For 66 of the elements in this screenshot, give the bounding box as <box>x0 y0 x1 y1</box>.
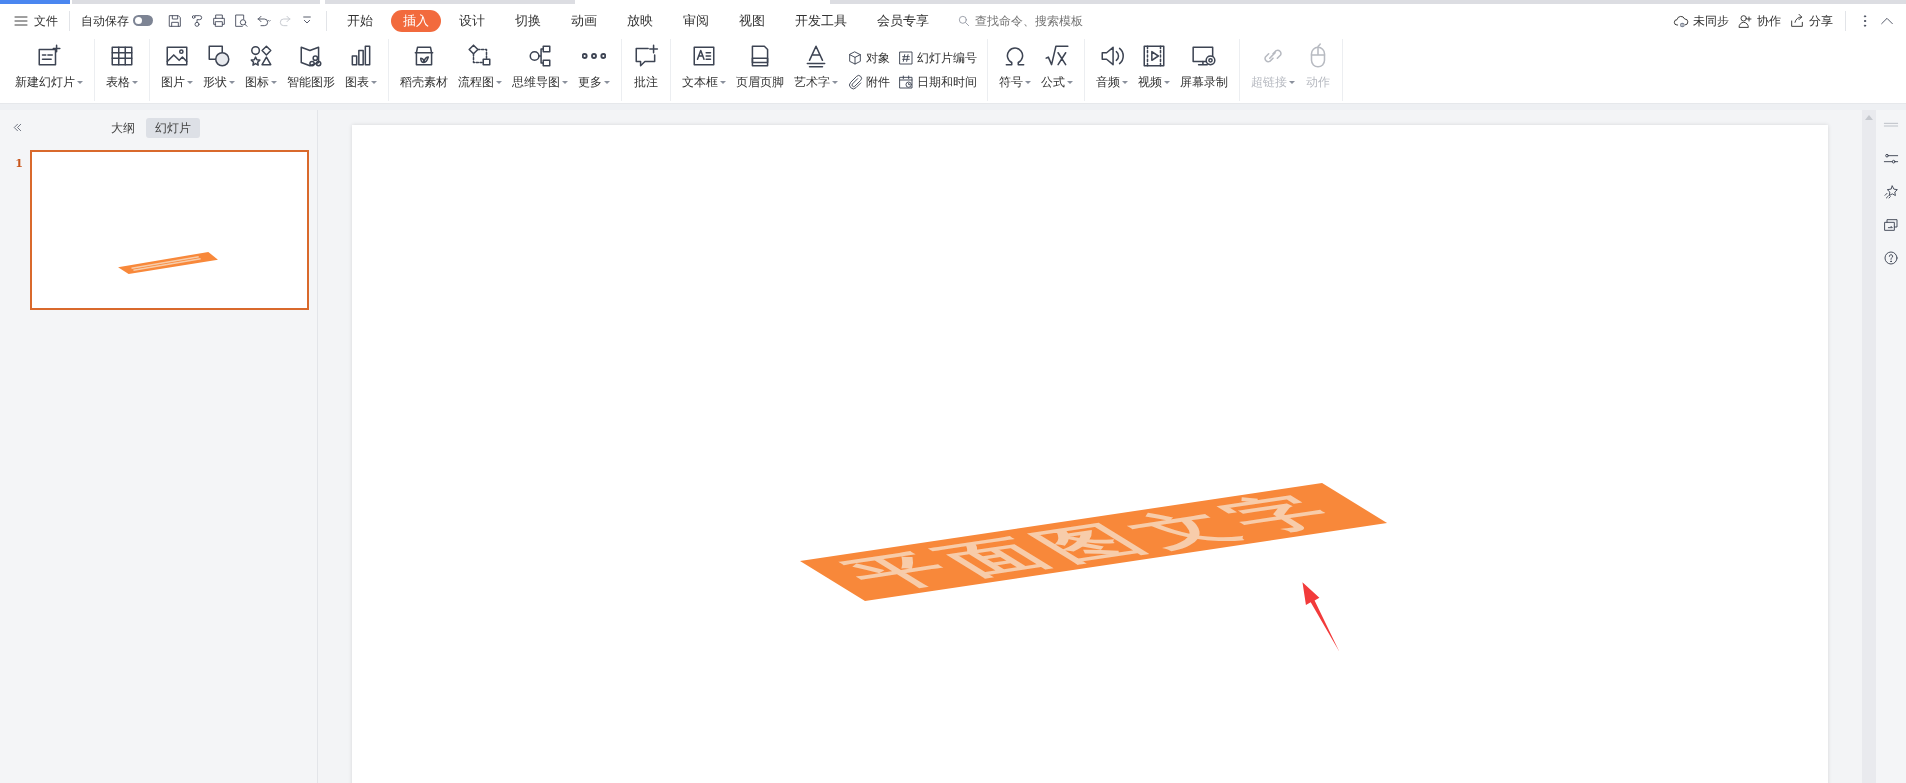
ribbon-button[interactable]: 思维导图 <box>507 39 573 101</box>
shapes-icon <box>206 43 232 69</box>
autosave-toggle[interactable]: 自动保存 <box>78 11 156 30</box>
ribbon-button[interactable]: 对象 <box>843 46 894 70</box>
slide-thumbnail[interactable] <box>30 150 309 310</box>
search-field[interactable]: 查找命令、搜索模板 <box>973 10 1123 31</box>
more-icon <box>582 53 606 59</box>
scrollbar[interactable] <box>1862 110 1876 783</box>
collapse-panel-icon[interactable] <box>11 121 24 134</box>
ribbon-button[interactable]: 图片 <box>156 39 198 101</box>
ribbon-tab[interactable]: 视图 <box>727 9 777 32</box>
ribbon-button[interactable]: 图标 <box>240 39 282 101</box>
print-preview-icon[interactable] <box>233 12 249 29</box>
share-icon <box>1789 12 1805 29</box>
file-menu-button[interactable]: 文件 <box>10 11 61 30</box>
ribbon-button[interactable]: 形状 <box>198 39 240 101</box>
ribbon-button[interactable]: 批注 <box>628 39 664 101</box>
symbols-icon <box>248 43 274 69</box>
ribbon-tab[interactable]: 动画 <box>559 9 609 32</box>
ribbon-button[interactable]: 视频 <box>1133 39 1175 101</box>
ribbon-button[interactable]: 符号 <box>994 39 1036 101</box>
ribbon-tab[interactable]: 开发工具 <box>783 9 859 32</box>
cube-icon <box>847 50 863 66</box>
ribbon-tab[interactable]: 切换 <box>503 9 553 32</box>
ribbon-tab[interactable]: 设计 <box>447 9 497 32</box>
ribbon-button[interactable]: 页眉页脚 <box>731 39 789 101</box>
panel-tab[interactable]: 大纲 <box>102 117 144 138</box>
screens-icon[interactable] <box>1883 217 1899 233</box>
ribbon-button[interactable]: 附件 <box>843 70 894 94</box>
toolbar-button[interactable]: 未同步 <box>1669 11 1733 30</box>
ribbon-button[interactable]: 智能图形 <box>282 39 340 101</box>
ribbon-tab[interactable]: 审阅 <box>671 9 721 32</box>
ribbon-tab[interactable]: 会员专享 <box>865 9 941 32</box>
ribbon-button[interactable]: 更多 <box>573 39 615 101</box>
mind-map-icon <box>527 43 553 69</box>
save-icon[interactable] <box>167 12 183 29</box>
ribbon-button[interactable]: 音频 <box>1091 39 1133 101</box>
ribbon-button[interactable]: 文本框 <box>677 39 731 101</box>
hash-icon <box>898 50 914 66</box>
panel-tab[interactable]: 幻灯片 <box>146 117 200 138</box>
ribbon-button[interactable]: 公式 <box>1036 39 1078 101</box>
ribbon-button[interactable]: 幻灯片编号 <box>894 46 981 70</box>
video-icon <box>1141 43 1167 69</box>
ribbon-button[interactable]: 表格 <box>101 39 143 101</box>
comment-icon <box>633 43 659 69</box>
help-icon[interactable] <box>1883 250 1899 266</box>
star-icon[interactable] <box>1883 184 1899 200</box>
paperclip-icon <box>847 74 863 90</box>
search-icon <box>957 13 971 28</box>
brush-icon[interactable] <box>189 12 205 29</box>
calendar-icon <box>898 74 914 90</box>
toolbar-button[interactable]: 分享 <box>1785 11 1837 30</box>
ribbon-button[interactable]: 流程图 <box>453 39 507 101</box>
ribbon-button[interactable]: 日期和时间 <box>894 70 981 94</box>
ribbon-button[interactable]: 新建幻灯片 <box>10 39 88 101</box>
ribbon-button[interactable]: 艺术字 <box>789 39 843 101</box>
sliders-icon[interactable] <box>1883 151 1899 167</box>
toolbar-button[interactable]: 协作 <box>1733 11 1785 30</box>
ribbon-button[interactable]: 屏幕录制 <box>1175 39 1233 101</box>
add-user-icon <box>1737 12 1753 29</box>
ribbon-tab[interactable]: 放映 <box>615 9 665 32</box>
ribbon-button[interactable]: 稻壳素材 <box>395 39 453 101</box>
print-icon[interactable] <box>211 12 227 29</box>
ribbon-tab[interactable]: 开始 <box>335 9 385 32</box>
slide-number: 1 <box>14 156 24 172</box>
ribbon-button[interactable]: 图表 <box>340 39 382 101</box>
